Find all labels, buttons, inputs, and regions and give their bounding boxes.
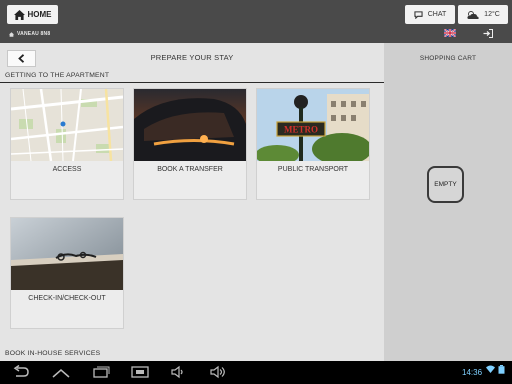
recent-apps-icon[interactable] [92, 365, 110, 379]
location-text: VANEAU 8N8 [17, 31, 51, 37]
card-access[interactable]: ACCESS [10, 88, 124, 200]
login-icon[interactable] [483, 29, 493, 38]
card-book-transfer[interactable]: BOOK A TRANSFER [133, 88, 247, 200]
map-thumbnail [11, 89, 123, 161]
weather-cloud-icon [467, 10, 479, 19]
wifi-icon [486, 365, 495, 373]
cart-title: SHOPPING CART [419, 55, 477, 62]
home-small-icon [9, 31, 14, 37]
card-label: ACCESS [52, 166, 82, 173]
screenshot-icon[interactable] [131, 365, 149, 379]
weather-button[interactable]: 12°C [458, 5, 508, 24]
back-icon[interactable] [12, 365, 30, 379]
chat-button[interactable]: CHAT [405, 5, 455, 24]
home-button[interactable]: HOME [7, 5, 58, 24]
card-label: BOOK A TRANSFER [157, 166, 223, 173]
battery-icon [498, 365, 505, 374]
svg-text:METRO: METRO [284, 125, 318, 135]
section-title-services: BOOK IN-HOUSE SERVICES [5, 350, 101, 357]
temperature-label: 12°C [484, 11, 500, 18]
home-nav-icon[interactable] [52, 365, 70, 379]
card-check-in-out[interactable]: CHECK-IN/CHECK-OUT [10, 217, 124, 329]
chat-label: CHAT [427, 11, 447, 18]
home-icon [13, 9, 25, 20]
home-label: HOME [27, 10, 52, 19]
card-public-transport[interactable]: METRO PUBLIC TRANSPORT [256, 88, 370, 200]
main-content: PREPARE YOUR STAY GETTING TO THE APARTME… [0, 43, 384, 361]
keys-thumbnail [11, 218, 123, 290]
uk-flag-icon[interactable] [444, 29, 456, 37]
volume-down-icon[interactable] [170, 365, 188, 379]
metro-thumbnail: METRO [257, 89, 369, 161]
cart-empty-badge[interactable]: EMPTY [427, 166, 464, 203]
location-label: VANEAU 8N8 [9, 31, 50, 37]
top-bar: HOME VANEAU 8N8 CHAT 12°C [0, 0, 512, 43]
car-thumbnail [134, 89, 246, 161]
shopping-cart-panel: SHOPPING CART EMPTY [384, 43, 512, 361]
chat-icon [414, 10, 423, 19]
section-title-apartment: GETTING TO THE APARTMENT [5, 72, 110, 79]
system-clock: 14:36 [462, 368, 483, 377]
card-label: CHECK-IN/CHECK-OUT [28, 295, 106, 302]
section-divider [0, 82, 384, 83]
page-title: PREPARE YOUR STAY [150, 53, 234, 62]
system-nav-bar: 14:36 [0, 361, 512, 384]
card-label: PUBLIC TRANSPORT [277, 166, 349, 173]
volume-up-icon[interactable] [209, 365, 227, 379]
